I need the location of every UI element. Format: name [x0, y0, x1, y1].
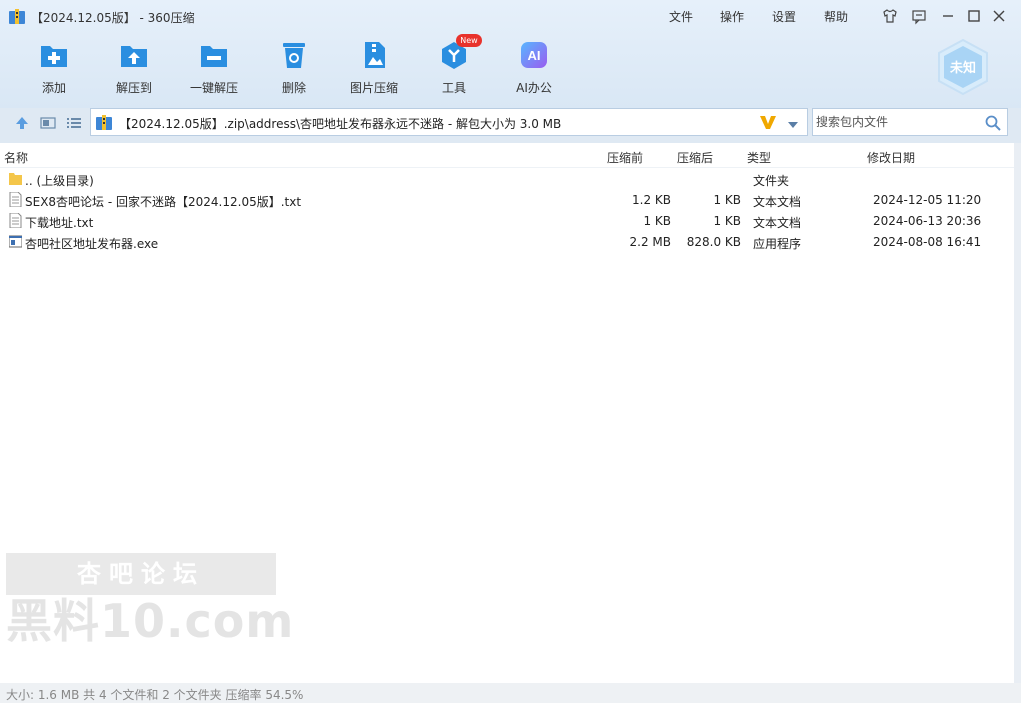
extract-to-label: 解压到 [115, 81, 152, 95]
minimize-button[interactable] [939, 7, 957, 25]
add-button[interactable]: 添加 [19, 40, 89, 98]
header-divider [0, 167, 1014, 168]
size-after: 1 KB [713, 214, 741, 228]
watermark: 杏吧论坛 黑料10.com [6, 553, 295, 648]
up-arrow-icon[interactable] [14, 115, 30, 131]
exe-file-icon [8, 234, 23, 249]
delete-label: 删除 [281, 81, 306, 95]
file-type: 应用程序 [753, 237, 802, 251]
file-name: SEX8杏吧论坛 - 回家不迷路【2024.12.05版】.txt [25, 195, 302, 209]
text-file-icon [9, 212, 22, 229]
ai-office-icon: AI [519, 40, 549, 70]
size-before: 1 KB [643, 214, 671, 228]
new-badge: New [456, 34, 482, 47]
file-type: 文本文档 [753, 216, 802, 230]
image-compress-button[interactable]: 图片压缩 [339, 40, 409, 98]
one-click-extract-icon [199, 40, 229, 70]
file-type: 文本文档 [753, 195, 802, 209]
image-compress-label: 图片压缩 [349, 81, 398, 95]
tools-button[interactable]: 工具 [419, 40, 489, 98]
address-path: 【2024.12.05版】.zip\address\杏吧地址发布器永远不迷路 -… [119, 117, 562, 131]
zip-archive-icon [96, 115, 112, 130]
file-date: 2024-06-13 20:36 [873, 214, 982, 228]
skin-icon[interactable] [881, 7, 899, 25]
window-header: 【2024.12.05版】 - 360压缩 文件 操作 设置 帮助 添加 解压到… [0, 0, 1021, 108]
table-row[interactable]: 杏吧社区地址发布器.exe 2.2 MB 828.0 KB 应用程序 2024-… [0, 232, 1014, 253]
window-title: 【2024.12.05版】 - 360压缩 [31, 11, 195, 25]
column-header-name[interactable]: 名称 [4, 149, 28, 166]
search-box [812, 108, 1008, 136]
search-input[interactable] [814, 110, 974, 134]
table-row-parent[interactable]: .. (上级目录) 文件夹 [0, 169, 1014, 190]
account-badge[interactable]: 未知 [936, 38, 990, 96]
title-bar: 【2024.12.05版】 - 360压缩 文件 操作 设置 帮助 [0, 0, 1021, 32]
size-after: 828.0 KB [686, 235, 741, 249]
add-label: 添加 [41, 81, 66, 95]
text-file-icon [9, 191, 22, 208]
watermark-top-text: 杏吧论坛 [6, 553, 276, 595]
one-click-extract-button[interactable]: 一键解压 [179, 40, 249, 98]
column-header-type[interactable]: 类型 [747, 149, 771, 166]
delete-icon [279, 40, 309, 70]
file-date: 2024-08-08 16:41 [873, 235, 982, 249]
image-compress-icon [359, 40, 389, 70]
size-before: 1.2 KB [632, 193, 671, 207]
app-logo-icon [9, 9, 25, 24]
ai-office-label: AI办公 [516, 81, 552, 95]
file-name: .. (上级目录) [25, 174, 94, 188]
file-name: 杏吧社区地址发布器.exe [25, 237, 159, 251]
extract-to-icon [119, 40, 149, 70]
delete-button[interactable]: 删除 [259, 40, 329, 98]
table-row[interactable]: SEX8杏吧论坛 - 回家不迷路【2024.12.05版】.txt 1.2 KB… [0, 190, 1014, 211]
v-verified-icon[interactable] [759, 113, 777, 131]
folder-icon [9, 171, 22, 186]
column-header-before[interactable]: 压缩前 [607, 149, 643, 166]
account-badge-text: 未知 [949, 60, 976, 76]
status-bar: 大小: 1.6 MB 共 4 个文件和 2 个文件夹 压缩率 54.5% [0, 683, 1021, 703]
feedback-icon[interactable] [910, 7, 928, 25]
size-after: 1 KB [713, 193, 741, 207]
menu-file[interactable]: 文件 [669, 8, 693, 25]
size-before: 2.2 MB [629, 235, 671, 249]
column-header-after[interactable]: 压缩后 [677, 149, 713, 166]
address-bar[interactable]: 【2024.12.05版】.zip\address\杏吧地址发布器永远不迷路 -… [90, 108, 808, 136]
extract-to-button[interactable]: 解压到 [99, 40, 169, 98]
maximize-button[interactable] [965, 7, 983, 25]
close-button[interactable] [990, 7, 1008, 25]
menu-settings[interactable]: 设置 [772, 8, 796, 25]
status-text: 大小: 1.6 MB 共 4 个文件和 2 个文件夹 压缩率 54.5% [6, 688, 304, 702]
one-click-extract-label: 一键解压 [189, 81, 238, 95]
table-row[interactable]: 下载地址.txt 1 KB 1 KB 文本文档 2024-06-13 20:36 [0, 211, 1014, 232]
column-header-date[interactable]: 修改日期 [867, 149, 915, 166]
right-edge-strip [1014, 143, 1021, 683]
file-type: 文件夹 [753, 174, 790, 188]
search-icon[interactable] [985, 115, 1001, 131]
tools-label: 工具 [441, 81, 466, 95]
thumbnail-view-icon[interactable] [40, 115, 56, 131]
list-view-icon[interactable] [66, 115, 82, 131]
menu-operation[interactable]: 操作 [720, 8, 744, 25]
chevron-down-icon[interactable] [787, 118, 799, 128]
file-name: 下载地址.txt [25, 216, 94, 230]
ai-icon-text: AI [528, 48, 541, 63]
menu-help[interactable]: 帮助 [824, 8, 848, 25]
ai-office-button[interactable]: AI AI办公 [499, 40, 569, 98]
file-date: 2024-12-05 11:20 [873, 193, 982, 207]
add-icon [39, 40, 69, 70]
watermark-bottom-text: 黑料10.com [6, 594, 295, 648]
